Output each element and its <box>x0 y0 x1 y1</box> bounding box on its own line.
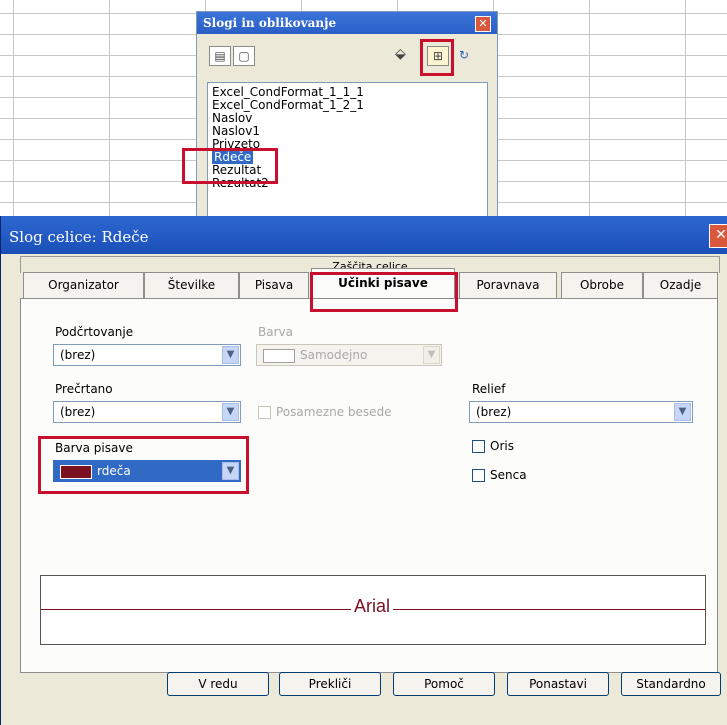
tab-organizer[interactable]: Organizator <box>23 272 144 298</box>
color-label: Barva <box>258 325 293 339</box>
page-styles-icon[interactable]: ▢ <box>233 46 255 66</box>
chevron-down-icon: ▼ <box>423 346 440 364</box>
tab-borders[interactable]: Obrobe <box>561 272 643 298</box>
standard-button[interactable]: Standardno <box>621 672 721 696</box>
outline-label: Oris <box>490 439 514 453</box>
outline-checkbox[interactable] <box>472 440 485 453</box>
highlight-new-style-button <box>420 39 454 76</box>
ok-button[interactable]: V redu <box>167 672 269 696</box>
list-item[interactable]: Excel_CondFormat_1_2_1 <box>212 99 483 112</box>
panel-title-bar: Slogi in oblikovanje ✕ <box>197 12 497 34</box>
panel-title: Slogi in oblikovanje <box>203 16 337 30</box>
underline-select[interactable]: (brez) ▼ <box>53 344 241 366</box>
individual-words-label: Posamezne besede <box>276 405 392 419</box>
relief-select[interactable]: (brez) ▼ <box>469 401 693 423</box>
tab-background[interactable]: Ozadje <box>643 272 718 298</box>
font-preview: Arial <box>40 575 706 645</box>
strikethrough-select[interactable]: (brez) ▼ <box>53 401 241 423</box>
cancel-button[interactable]: Prekliči <box>279 672 381 696</box>
dialog-title-bar: Slog celice: Rdeče ✕ <box>1 216 727 254</box>
tab-alignment[interactable]: Poravnava <box>459 272 557 298</box>
individual-words-checkbox <box>258 406 271 419</box>
paragraph-styles-icon[interactable]: ▤ <box>209 46 231 66</box>
shadow-label: Senca <box>490 468 527 482</box>
tab-numbers[interactable]: Številke <box>144 272 239 298</box>
strikethrough-value: (brez) <box>60 405 96 419</box>
close-icon[interactable]: ✕ <box>709 224 727 248</box>
chevron-down-icon[interactable]: ▼ <box>222 403 239 421</box>
fill-format-icon[interactable]: ⬙ <box>395 46 406 62</box>
shadow-checkbox[interactable] <box>472 469 485 482</box>
color-swatch <box>263 348 295 363</box>
tab-font[interactable]: Pisava <box>239 272 309 298</box>
strikethrough-label: Prečrtano <box>55 382 113 396</box>
help-button[interactable]: Pomoč <box>393 672 495 696</box>
chevron-down-icon[interactable]: ▼ <box>222 346 239 364</box>
dialog-title: Slog celice: Rdeče <box>9 228 149 246</box>
reset-button[interactable]: Ponastavi <box>507 672 609 696</box>
underline-value: (brez) <box>60 348 96 362</box>
color-select: Samodejno ▼ <box>256 344 442 366</box>
relief-label: Relief <box>472 382 506 396</box>
color-value: Samodejno <box>300 348 368 362</box>
highlight-selected-style <box>182 148 278 184</box>
chevron-down-icon[interactable]: ▼ <box>674 403 691 421</box>
close-icon[interactable]: ✕ <box>475 16 491 32</box>
preview-text: Arial <box>351 596 394 617</box>
highlight-font-color <box>38 436 249 494</box>
highlight-font-effects-tab <box>310 272 458 312</box>
relief-value: (brez) <box>476 405 512 419</box>
update-style-icon[interactable]: ↻ <box>453 46 475 66</box>
underline-label: Podčrtovanje <box>55 325 134 339</box>
